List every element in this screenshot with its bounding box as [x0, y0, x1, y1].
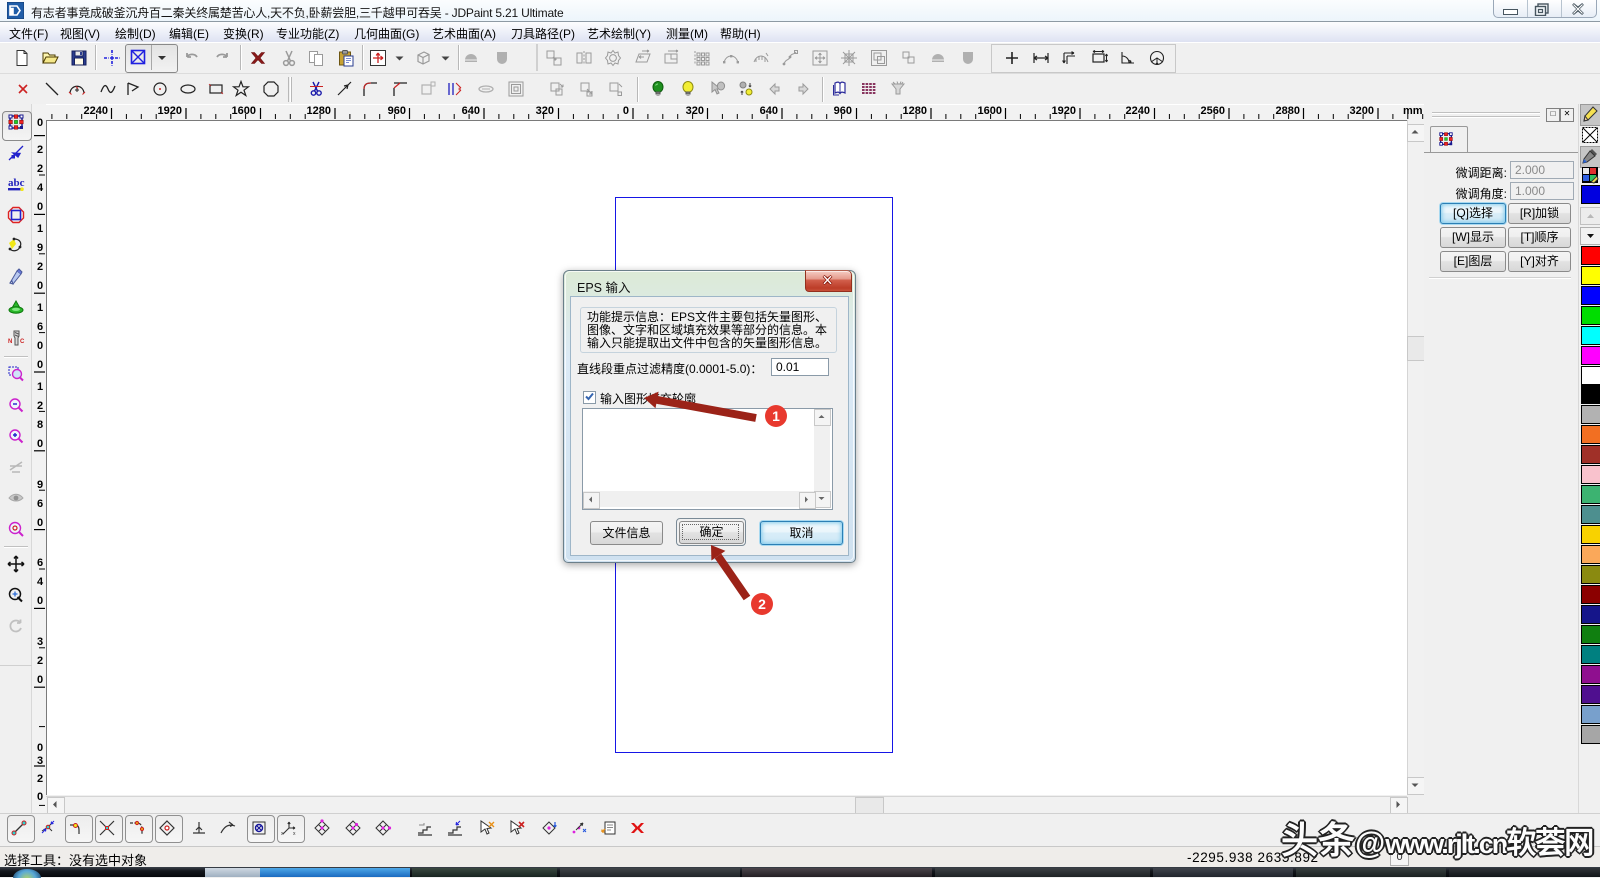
svg-text:x: x [293, 831, 296, 837]
svg-text:N: N [8, 339, 12, 345]
svg-text:abc: abc [8, 177, 25, 189]
svg-text:C: C [20, 339, 25, 345]
